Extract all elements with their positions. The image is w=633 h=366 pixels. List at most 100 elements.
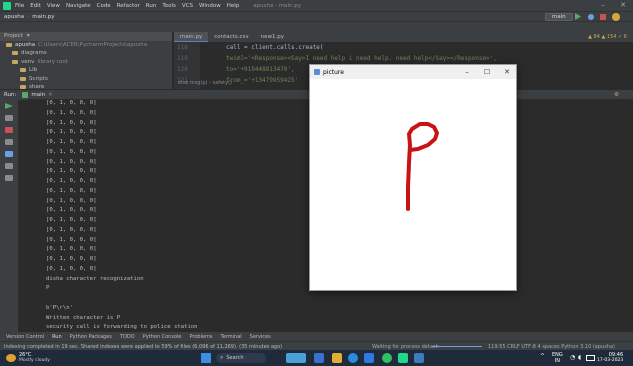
inspection-widget[interactable]: ▲ 84 ▲ 154 ✓ 6 (588, 32, 627, 42)
menu-edit[interactable]: Edit (30, 3, 41, 9)
run-config-tab[interactable]: main (31, 92, 45, 98)
project-panel: Project ▾ apusha C:\Users\ACER\PycharmPr… (0, 32, 173, 90)
breadcrumb-file[interactable]: main.py (32, 14, 54, 20)
code-line: call = client.calls.create( (226, 44, 324, 51)
tree-item-detail: C:\Users\ACER\PycharmProjects\apusha (38, 41, 148, 48)
region-indicator[interactable]: IN (552, 358, 563, 364)
tab-todo[interactable]: TODO (120, 334, 135, 340)
battery-icon[interactable] (586, 355, 595, 361)
taskbar-search[interactable]: ⌕ Search (216, 353, 266, 363)
rerun-icon[interactable] (5, 103, 13, 109)
menu-help[interactable]: Help (227, 3, 240, 9)
line-number: 116 (177, 44, 188, 51)
tab-terminal[interactable]: Terminal (221, 334, 242, 340)
menu-code[interactable]: Code (97, 3, 111, 9)
project-header-label: Project (4, 33, 23, 40)
stop-icon[interactable] (5, 127, 13, 133)
folder-icon (20, 68, 26, 73)
handwritten-letter-p (406, 122, 439, 211)
python-taskbar-icon[interactable] (414, 353, 424, 363)
tab-python-packages[interactable]: Python Packages (70, 334, 112, 340)
run-icon[interactable] (575, 13, 581, 20)
picture-window[interactable]: picture – ☐ ✕ (309, 64, 517, 291)
editor-tab-bar: main.py contacts.csv new1.py ▲ 84 ▲ 154 … (174, 32, 633, 42)
menu-file[interactable]: File (15, 3, 24, 9)
picture-maximize-button[interactable]: ☐ (478, 65, 496, 79)
picture-window-titlebar[interactable]: picture – ☐ ✕ (310, 65, 516, 79)
wifi-icon[interactable]: ◔ (570, 354, 575, 361)
pin-icon[interactable] (5, 175, 13, 181)
line-number: 120 (177, 66, 188, 73)
folder-icon (20, 76, 26, 81)
ide-close-button[interactable]: ✕ (614, 0, 632, 11)
run-config-selector[interactable]: main (545, 13, 573, 21)
tree-item-venv[interactable]: venv library root (0, 58, 172, 67)
chevron-down-icon[interactable]: ▾ (27, 33, 30, 39)
weather-desc[interactable]: Mostly cloudy (19, 358, 50, 364)
run-side-toolbar (0, 99, 18, 341)
tree-item-scripts[interactable]: Scripts (0, 75, 172, 84)
stop-icon[interactable] (600, 14, 606, 20)
status-message[interactable]: Indexing completed in 19 sec. Shared ind… (4, 344, 314, 350)
picture-close-button[interactable]: ✕ (498, 65, 516, 79)
tab-version-control[interactable]: Version Control (6, 334, 44, 340)
window-titlebar: File Edit View Navigate Code Refactor Ru… (0, 0, 633, 11)
run-label: Run: (4, 92, 17, 98)
menu-view[interactable]: View (47, 3, 60, 9)
store-icon[interactable] (364, 353, 374, 363)
tab-problems[interactable]: Problems (189, 334, 212, 340)
soft-wrap-icon[interactable] (5, 139, 13, 145)
breadcrumb-separator-icon: › (27, 14, 30, 20)
project-header[interactable]: Project ▾ (0, 32, 172, 41)
menu-tools[interactable]: Tools (162, 3, 176, 9)
scroll-to-end-icon[interactable] (5, 151, 13, 157)
menu-run[interactable]: Run (146, 3, 157, 9)
console-line: b'P\r\n' (46, 304, 73, 311)
tree-item-label: diagrams (21, 50, 47, 57)
status-info[interactable]: 119:55 CRLF UTF-8 4 spaces Python 3.10 (… (488, 344, 615, 350)
picture-minimize-button[interactable]: – (458, 65, 476, 79)
drawing-canvas[interactable] (310, 79, 516, 290)
gear-icon[interactable]: ⚙ (614, 92, 619, 98)
menu-refactor[interactable]: Refactor (117, 3, 140, 9)
print-icon[interactable] (5, 163, 13, 169)
tree-item-label: Lib (29, 67, 38, 74)
tab-python-console[interactable]: Python Console (143, 334, 182, 340)
tree-item-root[interactable]: apusha C:\Users\ACER\PycharmProjects\apu… (0, 41, 172, 50)
tab-services[interactable]: Services (250, 334, 271, 340)
tab-run[interactable]: Run (52, 334, 62, 340)
tab-new1-py[interactable]: new1.py (255, 32, 290, 42)
file-explorer-icon[interactable] (332, 353, 342, 363)
tree-item-diagrams[interactable]: diagrams (0, 49, 172, 58)
whatsapp-icon[interactable] (382, 353, 392, 363)
tree-item-label: venv (21, 58, 35, 65)
tree-item-detail: library root (37, 58, 68, 65)
breadcrumb-project[interactable]: apusha (4, 14, 24, 20)
windows-start-icon[interactable] (201, 353, 211, 363)
pycharm-taskbar-icon[interactable] (398, 353, 408, 363)
ide-minimize-button[interactable]: – (594, 0, 612, 11)
widgets-icon[interactable] (286, 353, 306, 363)
search-icon: ⌕ (220, 354, 224, 361)
debug-icon[interactable] (588, 14, 594, 20)
clock-date[interactable]: 17-03-2023 (597, 358, 623, 364)
tab-main-py[interactable]: main.py (174, 32, 209, 42)
wrench-icon[interactable] (5, 115, 13, 121)
weather-icon[interactable] (6, 354, 16, 362)
close-icon[interactable]: ✕ (48, 92, 53, 98)
status-process: Waiting for process detach (372, 343, 439, 350)
menu-window[interactable]: Window (199, 3, 221, 9)
menu-navigate[interactable]: Navigate (66, 3, 91, 9)
volume-icon[interactable]: ◖ (578, 354, 581, 361)
chevron-up-icon[interactable]: ^ (540, 353, 545, 360)
tab-contacts-csv[interactable]: contacts.csv (208, 32, 254, 42)
teams-icon[interactable] (314, 353, 324, 363)
pycharm-logo-icon (3, 1, 11, 10)
progress-bar (432, 346, 482, 347)
tree-item-lib[interactable]: Lib (0, 66, 172, 75)
edge-icon[interactable] (348, 353, 358, 363)
menu-vcs[interactable]: VCS (182, 3, 193, 9)
python-icon (22, 92, 29, 98)
picture-window-title: picture (323, 68, 344, 76)
